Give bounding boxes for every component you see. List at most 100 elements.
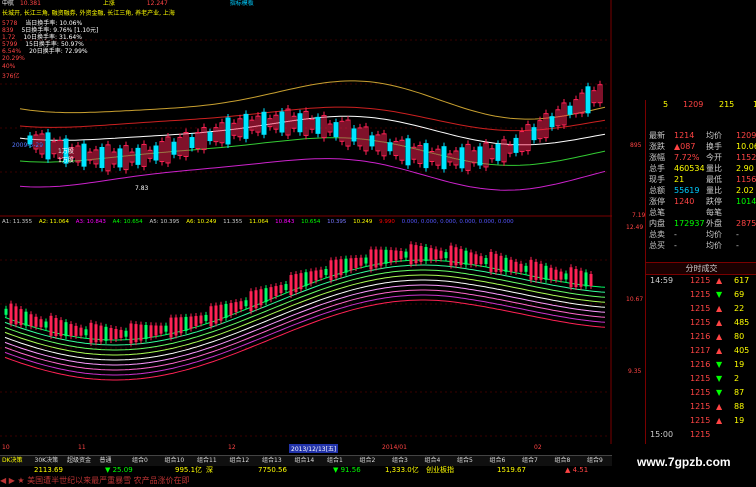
date-axis-label: 11 xyxy=(78,444,86,451)
trade-mark: ▲ xyxy=(716,346,723,355)
lower-candle-body xyxy=(399,250,403,259)
quote-value-1: 1240 xyxy=(674,197,695,206)
lower-candle-body xyxy=(459,248,463,265)
lower-candle-body xyxy=(134,324,138,343)
ma-value: 10.843 xyxy=(275,219,297,225)
turnover-left-value: 5799 xyxy=(2,41,18,48)
ma-value: A2: 11.064 xyxy=(38,219,71,225)
trade-price: 1217 xyxy=(690,346,711,355)
watermark-text: www.7gpzb.com xyxy=(637,455,731,469)
lower-candle-body xyxy=(14,306,18,325)
candle-body xyxy=(81,143,87,167)
trade-row: 1215 ▲ 485 xyxy=(646,317,756,328)
turnover-left-value: 5778 xyxy=(2,20,18,27)
lower-candle-body xyxy=(319,269,323,278)
trade-mark: ▲ xyxy=(716,402,723,411)
quote-label-2: 均价 xyxy=(706,241,722,250)
lower-candle-body xyxy=(554,269,558,280)
lower-candle-body xyxy=(499,255,503,272)
ma-value: A4: 10.654 xyxy=(112,219,145,225)
candle-body xyxy=(99,146,105,168)
trade-price: 1215 xyxy=(690,402,711,411)
lower-candle-body xyxy=(114,328,118,339)
axis-price-mid: 10.67 xyxy=(626,296,644,303)
trade-mark: ▼ xyxy=(716,290,723,299)
trade-price: 1215 xyxy=(690,304,711,313)
lower-candle-body xyxy=(439,250,443,259)
lower-candle-body xyxy=(374,249,378,268)
trade-row: 1215 ▲ 22 xyxy=(646,303,756,314)
top-title-bar: 中航 10.381 上涨 12.247 指标模板 xyxy=(2,0,254,7)
candle-body xyxy=(531,127,537,141)
lower-candle-body xyxy=(269,287,273,300)
candle-body xyxy=(315,116,321,134)
candle-body xyxy=(405,138,411,166)
date-axis-label: 02 xyxy=(534,444,542,451)
quote-value-2: 2.02 xyxy=(736,186,754,195)
candle-body xyxy=(477,146,483,166)
trade-row: 1216 ▲ 80 xyxy=(646,331,756,342)
candle-body xyxy=(585,86,591,114)
lower-candle-body xyxy=(94,324,98,343)
quote-value-2: 1014 xyxy=(736,197,756,206)
lower-candle-body xyxy=(574,269,578,288)
lower-candle-body xyxy=(9,303,13,324)
candle-body xyxy=(369,135,375,147)
quote-value-1: - xyxy=(674,241,677,250)
lower-candle-body xyxy=(589,273,593,286)
lower-candle-body xyxy=(359,257,363,266)
lower-candle-body xyxy=(234,302,238,313)
lower-candle-body xyxy=(99,325,103,342)
kline-chart-area[interactable]: 中航 10.381 上涨 12.247 指标模板 长城开, 长江三角, 融资融券… xyxy=(0,0,645,453)
axis-price-low: 9.35 xyxy=(628,368,642,375)
quote-label-1: 总卖 xyxy=(649,230,665,239)
ma-value: 10.395 xyxy=(327,219,349,225)
top-item-1: 12.247 xyxy=(146,0,168,7)
lower-candle-body xyxy=(264,288,268,303)
lower-candle-body xyxy=(389,250,393,263)
quote-row: 总额 55619 量比 2.02 xyxy=(646,185,756,196)
trades-header[interactable]: 分时成交 xyxy=(646,262,756,275)
ma-value: 10.654 xyxy=(301,219,323,225)
low-price-mark: 7.83 xyxy=(135,185,149,192)
lower-candle-body xyxy=(229,303,233,316)
quote-label-1: 内盘 xyxy=(649,219,665,228)
lower-candle-body xyxy=(164,325,168,332)
lower-candle-body xyxy=(429,248,433,261)
quote-value-2: - xyxy=(736,241,739,250)
lower-candle-body xyxy=(394,250,398,261)
candle-body xyxy=(135,147,141,165)
lower-candle-body xyxy=(559,271,563,280)
quote-row: 最新 1214 均价 1209 xyxy=(646,130,756,141)
trade-volume: 22 xyxy=(734,304,745,313)
trade-volume: 2 xyxy=(734,374,740,383)
lower-candle-body xyxy=(584,272,588,287)
candle-body xyxy=(441,146,447,170)
lower-candle-body xyxy=(344,258,348,273)
lower-candle-body xyxy=(254,290,258,309)
lower-candle-body xyxy=(159,325,163,334)
lower-candle-body xyxy=(274,286,278,297)
trade-time: 15:00 xyxy=(650,430,674,439)
quote-value-2: 287597 xyxy=(736,219,756,228)
gem-change: ▲ 4.51 xyxy=(565,466,589,474)
trade-price: 1215 xyxy=(690,318,711,327)
lower-candle-body xyxy=(149,325,153,338)
lower-candle-body xyxy=(474,254,478,265)
lower-candle-body xyxy=(309,271,313,284)
lower-candle-body xyxy=(579,270,583,287)
trade-mark: ▼ xyxy=(716,374,723,383)
candle-body xyxy=(117,148,123,168)
lower-candle-body xyxy=(514,261,518,272)
trade-volume: 617 xyxy=(734,276,750,285)
news-ticker[interactable]: ◀ ▶ ★ 美国遭半世纪以来最严重暴雪 农产品涨价在即 xyxy=(0,475,612,487)
quote-label-1: 最新 xyxy=(649,131,665,140)
lower-candle-body xyxy=(494,253,498,272)
lower-candle-body xyxy=(484,258,488,265)
lower-candle-body xyxy=(304,272,308,287)
ma-value: 10.249 xyxy=(353,219,375,225)
quote-value-2: 1209 xyxy=(736,131,756,140)
lower-candle-body xyxy=(369,249,373,270)
lower-candle-body xyxy=(424,247,428,262)
trade-mark: ▲ xyxy=(716,304,723,313)
